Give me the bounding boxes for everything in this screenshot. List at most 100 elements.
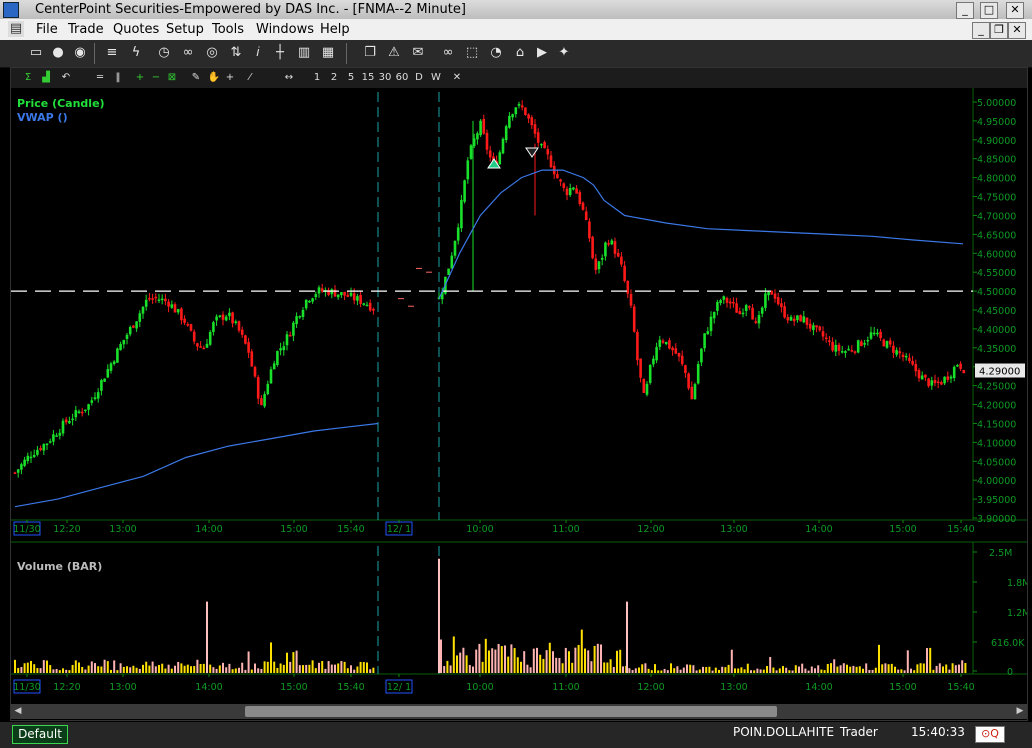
candle-body xyxy=(799,315,802,322)
maximize-button[interactable]: □ xyxy=(980,2,998,19)
volume-bar xyxy=(289,661,292,673)
list-icon[interactable]: ≡ xyxy=(104,45,120,61)
child-close-button[interactable]: ✕ xyxy=(1008,22,1026,39)
candle-icon[interactable]: ┼ xyxy=(272,45,288,61)
close-chart-icon[interactable]: ✕ xyxy=(451,71,463,85)
interval-15[interactable]: 15 xyxy=(361,71,375,85)
interval-weekly[interactable]: W xyxy=(430,71,442,85)
document-icon[interactable]: ▤ xyxy=(8,21,24,37)
child-restore-button[interactable]: ❐ xyxy=(990,22,1008,39)
menu-trade[interactable]: Trade xyxy=(68,22,104,37)
lightning-icon[interactable]: ϟ xyxy=(128,45,144,61)
candle-body xyxy=(764,293,767,308)
connection-icon[interactable]: ⊙Q xyxy=(975,726,1005,743)
volume-bar xyxy=(462,647,465,673)
mail-icon[interactable]: ✉ xyxy=(410,45,426,61)
volume-bar xyxy=(759,669,762,673)
volume-bar xyxy=(705,667,708,673)
menu-setup[interactable]: Setup xyxy=(166,22,204,37)
twitter-icon[interactable]: ✦ xyxy=(556,45,572,61)
interval-daily[interactable]: D xyxy=(413,71,425,85)
link-icon[interactable]: ∞ xyxy=(180,45,196,61)
layout-tab[interactable]: Default xyxy=(12,725,68,744)
crosshair-icon[interactable]: + xyxy=(223,71,237,85)
zoom-out-icon[interactable]: − xyxy=(149,71,163,85)
sort-icon[interactable]: ⇅ xyxy=(228,45,244,61)
candle-body xyxy=(847,348,850,351)
time-tick-label: 15:40 xyxy=(947,682,974,693)
candle-body xyxy=(311,298,314,302)
volume-bar xyxy=(698,669,701,673)
interval-1[interactable]: 1 xyxy=(311,71,323,85)
menu-help[interactable]: Help xyxy=(320,22,350,37)
pencil-icon[interactable]: ✎ xyxy=(189,71,203,85)
candle-body xyxy=(648,364,652,383)
candle-body xyxy=(356,296,359,301)
zoom-in-icon[interactable]: + xyxy=(133,71,147,85)
chart-type-icon[interactable]: ▟ xyxy=(39,71,53,85)
window-title: CenterPoint Securities-Empowered by DAS … xyxy=(35,2,466,17)
candle-body xyxy=(703,333,706,349)
volume-bar xyxy=(702,666,704,673)
child-minimize-button[interactable]: _ xyxy=(972,22,990,39)
globe-icon[interactable]: ◉ xyxy=(72,45,88,61)
scroll-both-icon[interactable]: ↔ xyxy=(281,71,297,85)
volume-bar xyxy=(30,660,32,673)
volume-bar xyxy=(212,667,215,673)
clock-icon[interactable]: ◷ xyxy=(156,45,172,61)
scroll-right-icon[interactable]: ▶ xyxy=(1013,704,1027,719)
selection-icon[interactable]: ⬚ xyxy=(464,45,480,61)
binoculars-icon[interactable]: ∞ xyxy=(440,45,456,61)
volume-bar xyxy=(199,663,202,673)
volume-bar xyxy=(46,660,48,673)
menu-file[interactable]: File xyxy=(36,22,58,37)
close-button[interactable]: ✕ xyxy=(1006,2,1024,19)
window-icon[interactable]: ▭ xyxy=(28,45,44,61)
bar-chart-icon[interactable]: ▥ xyxy=(296,45,312,61)
eye-icon[interactable]: ◎ xyxy=(204,45,220,61)
interval-60[interactable]: 60 xyxy=(395,71,409,85)
volume-bar xyxy=(456,655,458,673)
vertical-line-icon[interactable]: ‖ xyxy=(111,71,125,85)
home-icon[interactable]: ⌂ xyxy=(512,45,528,61)
undo-icon[interactable]: ↶ xyxy=(59,71,73,85)
candle-body xyxy=(336,294,340,298)
horizontal-scrollbar[interactable]: ◀ ▶ xyxy=(11,704,1027,719)
menu-windows[interactable]: Windows xyxy=(256,22,314,37)
sum-icon[interactable]: Σ xyxy=(21,71,35,85)
scrollbar-thumb[interactable] xyxy=(245,706,777,717)
alert-icon[interactable]: ⚠ xyxy=(386,45,402,61)
user-icon[interactable]: ● xyxy=(50,45,66,61)
hand-icon[interactable]: ✋ xyxy=(207,71,221,85)
candle-body xyxy=(815,325,818,328)
candle-body xyxy=(840,351,844,353)
copy-icon[interactable]: ❐ xyxy=(362,45,378,61)
interval-30[interactable]: 30 xyxy=(378,71,392,85)
info-icon[interactable]: 𝑖 xyxy=(250,45,266,61)
volume-pane-title: Volume (BAR) xyxy=(17,560,102,573)
minimize-button[interactable]: _ xyxy=(956,2,974,19)
candle-body xyxy=(642,378,646,393)
video-icon[interactable]: ▶ xyxy=(534,45,550,61)
time-tick-label: 15:40 xyxy=(337,524,364,535)
spreadsheet-icon[interactable]: ▦ xyxy=(320,45,336,61)
timer-icon[interactable]: ◔ xyxy=(488,45,504,61)
chart-area[interactable]: 5.00000 4.95000 4.90000 4.85000 4.80000 4.750… xyxy=(11,88,1027,704)
candle-body xyxy=(780,303,783,308)
menu-tools[interactable]: Tools xyxy=(212,22,244,37)
menu-quotes[interactable]: Quotes xyxy=(113,22,159,37)
volume-bar xyxy=(593,645,596,673)
volume-bar xyxy=(730,649,733,673)
interval-2[interactable]: 2 xyxy=(328,71,340,85)
volume-bar xyxy=(600,644,602,673)
interval-5[interactable]: 5 xyxy=(345,71,357,85)
trendline-icon[interactable]: ⁄ xyxy=(243,71,257,85)
volume-bar xyxy=(231,669,234,673)
scroll-left-icon[interactable]: ◀ xyxy=(11,704,25,719)
candle-body xyxy=(837,344,841,351)
volume-bar xyxy=(964,663,967,673)
volume-bar xyxy=(926,648,928,673)
volume-bar xyxy=(791,670,794,673)
fit-icon[interactable]: ⊠ xyxy=(165,71,179,85)
horizontal-line-icon[interactable]: ═ xyxy=(93,71,107,85)
